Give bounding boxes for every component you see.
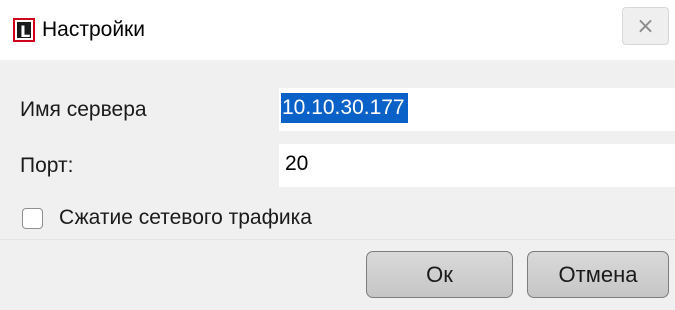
compression-label[interactable]: Сжатие сетевого трафика	[59, 205, 312, 231]
cancel-button[interactable]: Отмена	[527, 251, 669, 298]
close-button[interactable]: ×	[622, 7, 669, 45]
app-logo-icon: L	[13, 18, 35, 42]
server-name-label: Имя сервера	[20, 98, 147, 121]
port-value: 20	[285, 152, 309, 175]
settings-dialog: L Настройки × Имя сервера 10.10.30.177 П…	[0, 0, 675, 310]
port-input[interactable]: 20	[279, 144, 675, 187]
title-bar: L Настройки ×	[0, 0, 675, 60]
close-icon: ×	[636, 13, 655, 39]
footer-divider	[0, 239, 675, 240]
app-logo-letter: L	[20, 22, 31, 41]
cancel-button-label: Отмена	[558, 261, 638, 287]
port-label: Порт:	[20, 154, 74, 177]
window-title: Настройки	[42, 18, 145, 41]
server-name-input[interactable]: 10.10.30.177	[279, 88, 675, 131]
ok-button[interactable]: Ок	[366, 251, 513, 298]
compression-checkbox[interactable]	[22, 208, 43, 229]
server-name-value: 10.10.30.177	[281, 93, 408, 123]
ok-button-label: Ок	[426, 261, 453, 287]
